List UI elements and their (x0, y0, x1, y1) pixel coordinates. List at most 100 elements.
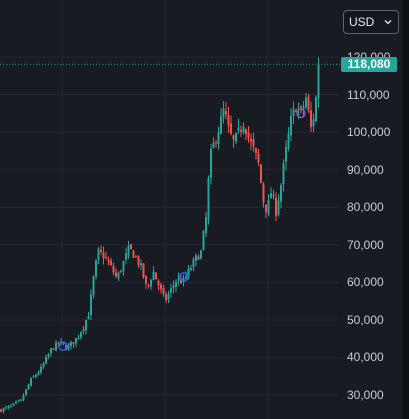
y-tick-label: 40,000 (347, 350, 384, 365)
candle-body (232, 135, 235, 140)
candle-body (192, 259, 195, 268)
candle-body (70, 342, 72, 346)
panel-edge (403, 0, 409, 419)
candle-body (92, 276, 95, 295)
candle-body (277, 200, 280, 215)
candle-body (305, 98, 307, 108)
y-tick-label: 50,000 (347, 312, 384, 327)
candle-body (50, 348, 52, 354)
candle-body (40, 366, 42, 373)
candle-body (317, 64, 320, 99)
candle-body (307, 96, 310, 111)
candle-body (80, 332, 82, 338)
candle-body (150, 279, 152, 287)
candle-body (100, 249, 102, 253)
candle-body (237, 127, 240, 132)
candle-body (52, 348, 55, 350)
y-tick-label: 30,000 (347, 388, 384, 402)
candle-body (190, 268, 192, 270)
candle-body (115, 272, 117, 277)
candle-body (155, 272, 157, 280)
candle-body (227, 114, 230, 126)
candle-body (275, 197, 277, 216)
y-tick-label: 60,000 (347, 275, 384, 290)
candle-body (195, 255, 197, 261)
candle-body (222, 108, 225, 118)
candle-body (27, 384, 30, 390)
candle-body (127, 245, 130, 255)
candle-body (287, 133, 290, 149)
candle-body (270, 193, 272, 199)
candle-body (72, 342, 75, 345)
candle-body (205, 217, 207, 234)
candle-body (255, 147, 257, 154)
candle-body (112, 266, 115, 273)
candle-body (97, 249, 100, 261)
y-tick-label: 80,000 (347, 200, 384, 215)
candle-body (75, 338, 77, 344)
candle-body (10, 405, 12, 407)
candle-body (67, 345, 70, 350)
candle-body (230, 123, 232, 134)
candle-body (90, 294, 92, 316)
candle-body (120, 271, 122, 273)
candle-body (177, 277, 180, 281)
currency-select[interactable]: USD (343, 10, 399, 34)
candle-body (87, 316, 90, 320)
candle-body (12, 403, 15, 406)
candle-body (147, 284, 150, 286)
candle-body (280, 185, 282, 202)
last-price-tag: 118,080 (341, 57, 397, 72)
candle-body (20, 399, 22, 401)
candle-body (5, 407, 7, 409)
candle-body (250, 138, 252, 142)
candle-body (185, 276, 187, 279)
candles (0, 57, 320, 414)
currency-value: USD (349, 15, 375, 29)
candle-body (157, 280, 160, 286)
candle-body (140, 263, 142, 266)
candle-body (105, 257, 107, 259)
candle-body (145, 276, 147, 284)
candle-body (207, 178, 210, 219)
candle-body (200, 250, 202, 259)
candle-body (225, 110, 227, 115)
candle-body (125, 253, 127, 260)
candle-body (257, 153, 260, 163)
candle-body (172, 285, 175, 289)
candle-body (247, 132, 250, 139)
chevron-down-icon (384, 20, 392, 25)
candle-body (30, 378, 32, 386)
candle-body (215, 142, 217, 144)
candle-body (45, 357, 47, 364)
candle-body (142, 263, 145, 278)
candle-body (95, 260, 97, 277)
candle-body (130, 244, 132, 250)
candle-body (137, 256, 140, 266)
candle-body (102, 252, 105, 259)
candle-body (220, 116, 222, 134)
candle-body (167, 294, 170, 300)
y-tick-label: 70,000 (347, 237, 384, 252)
candle-body (300, 106, 302, 109)
candle-body (17, 400, 20, 402)
candle-body (217, 132, 220, 144)
candle-body (252, 139, 255, 147)
candle-body (2, 408, 5, 412)
candle-body (152, 271, 155, 281)
candle-body (292, 108, 295, 117)
candle-body (267, 200, 270, 215)
y-tick-label: 100,000 (347, 125, 391, 140)
y-tick-label: 110,000 (347, 87, 390, 102)
candle-body (265, 204, 267, 213)
candle-body (132, 250, 135, 258)
candle-body (197, 256, 200, 260)
candle-body (82, 328, 85, 332)
y-tick-label: 90,000 (347, 162, 384, 177)
candle-body (55, 342, 57, 351)
candle-body (285, 146, 287, 162)
candle-body (110, 260, 112, 266)
candle-body (37, 372, 40, 375)
candle-body (272, 194, 275, 197)
candle-body (85, 319, 87, 331)
